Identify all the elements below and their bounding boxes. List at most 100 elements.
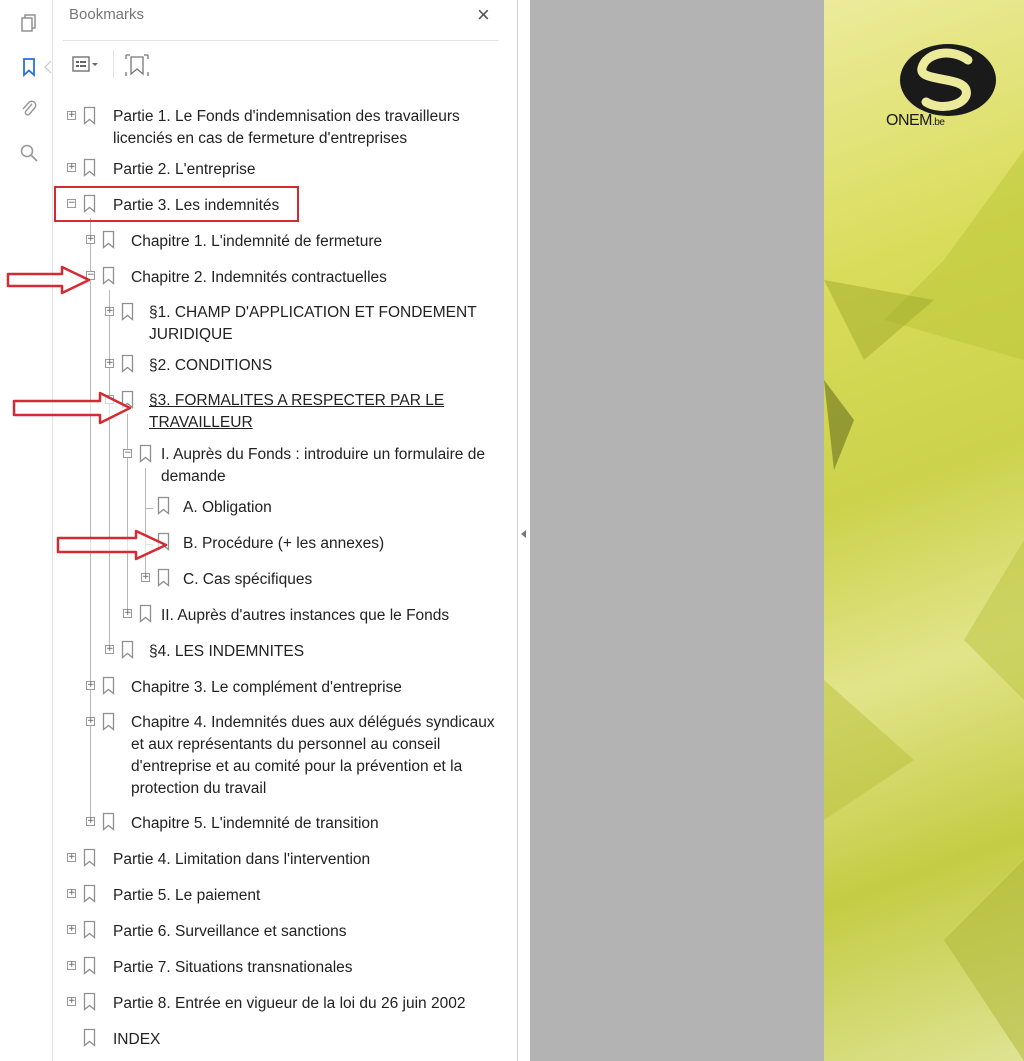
bookmark-label: §4. LES INDEMNITES xyxy=(149,643,305,660)
bookmark-paragraphe-4[interactable]: + §4. LES INDEMNITES xyxy=(105,640,505,664)
expand-icon[interactable]: + xyxy=(105,307,114,316)
bookmark-label: C. Cas spécifiques xyxy=(183,571,313,588)
bookmark-chapitre-4[interactable]: + Chapitre 4. Indemnités dues aux délégu… xyxy=(86,712,506,804)
bookmark-chapitre-1[interactable]: + Chapitre 1. L'indemnité de fermeture xyxy=(86,230,506,254)
bookmark-label: I. Auprès du Fonds : introduire un formu… xyxy=(161,446,485,485)
bookmark-icon xyxy=(121,354,134,373)
bookmark-icon xyxy=(83,1028,96,1047)
expand-icon[interactable]: + xyxy=(86,717,95,726)
annotation-arrow-icon xyxy=(56,529,168,561)
search-icon[interactable] xyxy=(16,140,42,166)
bookmark-label: INDEX xyxy=(113,1031,161,1048)
navigation-tool-strip xyxy=(0,0,52,1061)
attachments-icon[interactable] xyxy=(16,96,42,122)
expand-icon[interactable]: + xyxy=(67,163,76,172)
bookmark-paragraphe-2[interactable]: + §2. CONDITIONS xyxy=(105,354,505,378)
panel-title: Bookmarks xyxy=(69,6,145,23)
bookmark-options-icon xyxy=(72,56,98,72)
bookmark-label: Chapitre 5. L'indemnité de transition xyxy=(131,815,379,832)
bookmark-partie-7[interactable]: + Partie 7. Situations transnationales xyxy=(67,956,507,980)
page-background-art xyxy=(824,150,1024,1061)
bookmark-chapitre-3[interactable]: + Chapitre 3. Le complément d'entreprise xyxy=(86,676,506,700)
expand-icon[interactable]: + xyxy=(67,997,76,1006)
bookmark-icon xyxy=(102,230,115,249)
bookmark-b-procedure[interactable]: B. Procédure (+ les annexes) xyxy=(157,532,497,556)
expand-icon[interactable]: + xyxy=(67,853,76,862)
bookmark-a-obligation[interactable]: A. Obligation xyxy=(157,496,497,520)
bookmark-label: Partie 7. Situations transnationales xyxy=(113,959,353,976)
bookmark-c-cas-specifiques[interactable]: + C. Cas spécifiques xyxy=(141,568,501,592)
highlight-box xyxy=(54,186,299,222)
bookmark-section-i[interactable]: − I. Auprès du Fonds : introduire un for… xyxy=(123,444,503,490)
bookmark-label: Partie 8. Entrée en vigueur de la loi du… xyxy=(113,995,466,1012)
bookmark-label: §1. CHAMP D'APPLICATION ET FONDEMENT JUR… xyxy=(149,304,477,343)
bookmark-icon xyxy=(102,812,115,831)
document-page[interactable]: ONEM.be xyxy=(824,0,1024,1061)
toolbar-divider xyxy=(113,50,114,78)
bookmark-icon xyxy=(83,158,96,177)
expand-icon[interactable]: + xyxy=(67,111,76,120)
bookmark-chapitre-2[interactable]: − Chapitre 2. Indemnités contractuelles xyxy=(86,266,506,290)
bookmark-icon xyxy=(121,640,134,659)
bookmark-label: Chapitre 1. L'indemnité de fermeture xyxy=(131,233,383,250)
bookmark-label: Chapitre 2. Indemnités contractuelles xyxy=(131,269,387,286)
annotation-arrow-icon xyxy=(12,391,132,425)
expand-icon[interactable]: + xyxy=(105,645,114,654)
bookmark-icon xyxy=(83,884,96,903)
collapse-panel-icon[interactable] xyxy=(521,530,526,538)
document-background xyxy=(518,0,824,1061)
bookmark-icon xyxy=(121,302,134,321)
bookmark-partie-1[interactable]: + Partie 1. Le Fonds d'indemnisation des… xyxy=(67,106,507,154)
bookmark-partie-8[interactable]: + Partie 8. Entrée en vigueur de la loi … xyxy=(67,992,507,1016)
bookmark-partie-4[interactable]: + Partie 4. Limitation dans l'interventi… xyxy=(67,848,507,872)
new-bookmark-from-structure-icon xyxy=(125,54,149,76)
bookmarks-icon[interactable] xyxy=(16,54,42,80)
expand-icon[interactable]: + xyxy=(86,681,95,690)
bookmark-label: §2. CONDITIONS xyxy=(149,357,273,374)
bookmark-paragraphe-3[interactable]: − §3. FORMALITES A RESPECTER PAR LE TRAV… xyxy=(105,390,505,436)
annotation-arrow-icon xyxy=(6,265,91,295)
bookmark-icon xyxy=(83,920,96,939)
bookmark-partie-2[interactable]: + Partie 2. L'entreprise xyxy=(67,158,507,182)
logo-text: ONEM.be xyxy=(886,112,945,129)
expand-icon[interactable]: + xyxy=(86,235,95,244)
bookmark-label: Partie 6. Surveillance et sanctions xyxy=(113,923,347,940)
bookmark-icon xyxy=(102,266,115,285)
panel-divider xyxy=(63,40,499,41)
bookmark-label: A. Obligation xyxy=(183,499,272,516)
collapse-icon[interactable]: − xyxy=(123,449,132,458)
bookmark-icon xyxy=(83,106,96,125)
expand-icon[interactable]: + xyxy=(86,817,95,826)
bookmark-icon xyxy=(139,444,152,463)
bookmark-icon xyxy=(139,604,152,623)
bookmark-icon xyxy=(157,568,170,587)
bookmark-label: B. Procédure (+ les annexes) xyxy=(183,535,385,552)
bookmark-icon xyxy=(102,676,115,695)
bookmark-icon xyxy=(83,956,96,975)
expand-icon[interactable]: + xyxy=(67,889,76,898)
expand-icon[interactable]: + xyxy=(67,925,76,934)
bookmark-label: II. Auprès d'autres instances que le Fon… xyxy=(161,607,450,624)
close-panel-button[interactable]: × xyxy=(477,4,490,26)
page-thumbnails-icon[interactable] xyxy=(16,10,42,36)
bookmark-index[interactable]: INDEX xyxy=(67,1028,507,1052)
bookmark-label: Partie 4. Limitation dans l'intervention xyxy=(113,851,371,868)
expand-icon[interactable]: + xyxy=(105,359,114,368)
expand-icon[interactable]: + xyxy=(67,961,76,970)
bookmark-label: §3. FORMALITES A RESPECTER PAR LE TRAVAI… xyxy=(149,392,445,431)
bookmark-label: Partie 2. L'entreprise xyxy=(113,161,256,178)
expand-icon[interactable]: + xyxy=(123,609,132,618)
active-panel-indicator xyxy=(44,60,52,74)
bookmark-options-button[interactable] xyxy=(71,52,101,76)
bookmark-label: Chapitre 4. Indemnités dues aux délégués… xyxy=(131,714,495,797)
bookmark-partie-5[interactable]: + Partie 5. Le paiement xyxy=(67,884,507,908)
bookmark-partie-6[interactable]: + Partie 6. Surveillance et sanctions xyxy=(67,920,507,944)
bookmark-label: Chapitre 3. Le complément d'entreprise xyxy=(131,679,402,696)
new-bookmark-from-structure-button[interactable] xyxy=(123,52,151,78)
expand-icon[interactable]: + xyxy=(141,573,150,582)
bookmark-icon xyxy=(157,496,170,515)
bookmark-icon xyxy=(83,992,96,1011)
bookmark-paragraphe-1[interactable]: + §1. CHAMP D'APPLICATION ET FONDEMENT J… xyxy=(105,302,505,348)
bookmark-chapitre-5[interactable]: + Chapitre 5. L'indemnité de transition xyxy=(86,812,506,836)
bookmark-section-ii[interactable]: + II. Auprès d'autres instances que le F… xyxy=(123,604,503,628)
